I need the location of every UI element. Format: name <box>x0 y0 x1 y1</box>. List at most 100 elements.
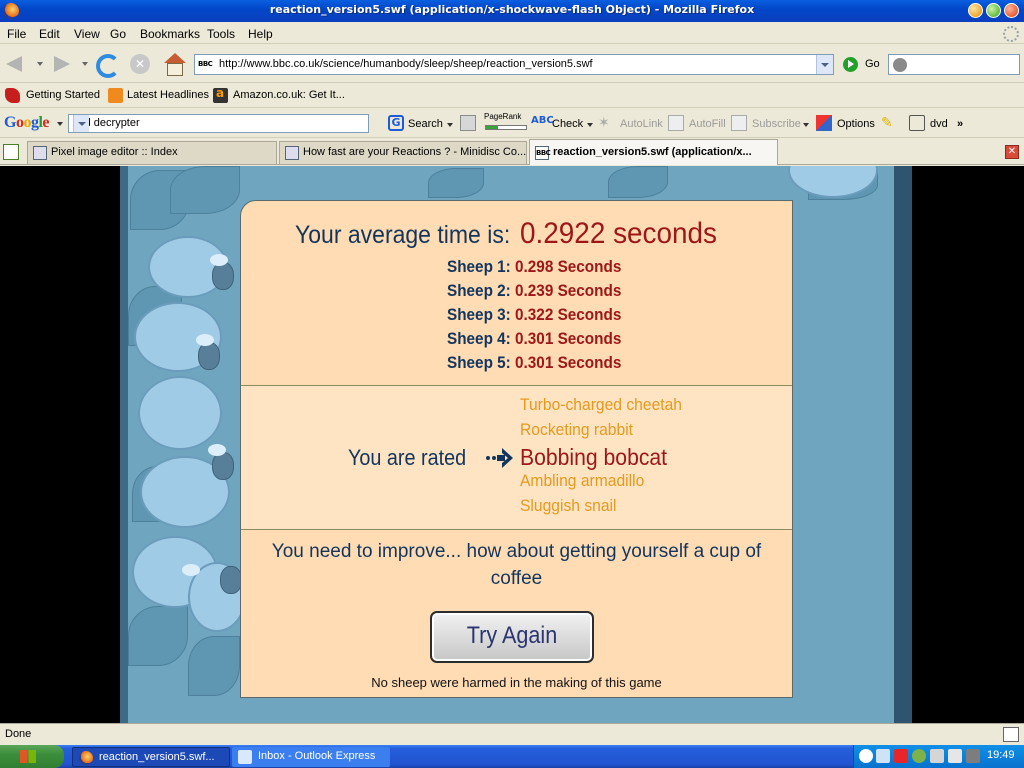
back-arrow-icon[interactable] <box>4 52 28 76</box>
getting-started-icon <box>5 88 20 103</box>
tab-pixel-image-editor[interactable]: Pixel image editor :: Index <box>27 141 277 164</box>
sheep-face-illustration <box>210 254 228 266</box>
start-button[interactable] <box>0 745 64 768</box>
rated-label: You are rated <box>348 445 467 470</box>
close-tab-icon[interactable]: ✕ <box>1005 145 1019 159</box>
search-engine-icon[interactable] <box>893 58 907 72</box>
options-button[interactable]: Options <box>837 118 875 130</box>
google-logo[interactable]: Google <box>4 114 49 132</box>
check-dropdown-icon[interactable] <box>587 123 593 127</box>
minimize-button[interactable] <box>968 3 983 18</box>
activity-throbber-icon <box>1003 26 1019 42</box>
display-icon[interactable] <box>948 749 962 763</box>
rating-section: You are rated Turbo-charged cheetah Rock… <box>241 385 792 530</box>
taskbar-item-outlook[interactable]: Inbox - Outlook Express <box>232 747 390 767</box>
search-button[interactable]: Search <box>408 118 443 130</box>
pagerank-fill <box>486 126 498 129</box>
home-icon[interactable] <box>162 52 186 76</box>
go-button-label[interactable]: Go <box>865 58 880 70</box>
sheep-face-illustration <box>196 334 214 346</box>
sheep-head-illustration <box>212 262 234 290</box>
status-bar: Done <box>0 723 1024 745</box>
improvement-message: You need to improve... how about getting… <box>271 541 762 589</box>
leaf-decoration <box>188 636 240 696</box>
menu-view[interactable]: View <box>74 27 100 41</box>
toolbar-overflow-chevron[interactable]: » <box>957 118 963 130</box>
dvd-search-icon[interactable] <box>909 115 925 131</box>
taskbar-item-label: reaction_version5.swf... <box>99 751 215 763</box>
forward-arrow-icon[interactable] <box>50 52 74 76</box>
title-bar[interactable]: reaction_version5.swf (application/x-sho… <box>0 0 1024 22</box>
try-again-button[interactable]: Try Again <box>430 611 594 663</box>
google-search-icon[interactable]: G <box>388 115 404 131</box>
tab-label: Pixel image editor :: Index <box>51 146 178 158</box>
bookmark-getting-started[interactable]: Getting Started <box>26 89 100 101</box>
antivirus-icon[interactable] <box>966 749 980 763</box>
network-icon[interactable] <box>876 749 890 763</box>
menu-go[interactable]: Go <box>110 27 126 41</box>
news-icon[interactable] <box>460 115 476 131</box>
volume-icon[interactable] <box>930 749 944 763</box>
bookmark-latest-headlines[interactable]: Latest Headlines <box>127 89 209 101</box>
autolink-button: AutoLink <box>620 118 663 130</box>
tab-label: How fast are your Reactions ? - Minidisc… <box>303 146 527 158</box>
messenger-icon[interactable] <box>912 749 926 763</box>
windows-logo-icon <box>20 750 36 763</box>
query-history-dropdown-icon[interactable] <box>73 115 89 132</box>
sheep-face-illustration <box>208 444 226 456</box>
firefox-icon <box>79 751 93 765</box>
stop-icon[interactable] <box>128 52 152 76</box>
options-icon[interactable] <box>816 115 832 131</box>
menu-tools[interactable]: Tools <box>207 27 235 41</box>
back-history-dropdown-icon[interactable] <box>37 62 43 66</box>
advice-section: You need to improve... how about getting… <box>241 530 792 698</box>
highlighter-icon[interactable]: ✎ <box>881 115 897 131</box>
taskbar-item-firefox[interactable]: reaction_version5.swf... <box>72 747 230 767</box>
close-window-button[interactable] <box>1004 3 1019 18</box>
autolink-icon: ✶ <box>598 115 610 131</box>
disclaimer-text: No sheep were harmed in the making of th… <box>371 675 662 690</box>
average-time-label: Your average time is: <box>295 221 511 249</box>
address-bar[interactable]: BBC http://www.bbc.co.uk/science/humanbo… <box>194 54 834 75</box>
check-button[interactable]: Check <box>552 118 583 130</box>
windows-taskbar: reaction_version5.swf... Inbox - Outlook… <box>0 745 1024 768</box>
rss-feed-icon <box>108 88 123 103</box>
reload-icon[interactable] <box>94 52 120 78</box>
dvd-button[interactable]: dvd <box>930 118 948 130</box>
forward-history-dropdown-icon[interactable] <box>82 62 88 66</box>
page-info-icon[interactable] <box>1003 727 1019 742</box>
subscribe-button: Subscribe <box>752 118 801 130</box>
google-menu-dropdown-icon[interactable] <box>57 122 63 126</box>
tab-label: reaction_version5.swf (application/x... <box>553 146 752 158</box>
bookmark-amazon[interactable]: Amazon.co.uk: Get It... <box>233 89 345 101</box>
subscribe-dropdown-icon <box>803 123 809 127</box>
google-search-input[interactable]: dvd decrypter <box>68 114 369 133</box>
tab-reactions-minidisc[interactable]: How fast are your Reactions ? - Minidisc… <box>279 141 527 164</box>
menu-help[interactable]: Help <box>248 27 273 41</box>
maximize-button[interactable] <box>986 3 1001 18</box>
status-text: Done <box>5 728 32 740</box>
url-text[interactable]: http://www.bbc.co.uk/science/humanbody/s… <box>219 58 593 70</box>
leaf-decoration <box>428 168 484 198</box>
page-content: Your average time is: 0.2922 seconds She… <box>0 166 1024 723</box>
help-icon[interactable] <box>859 749 873 763</box>
new-tab-icon[interactable] <box>3 144 19 160</box>
flash-border <box>894 166 912 723</box>
window-title: reaction_version5.swf (application/x-sho… <box>269 3 755 16</box>
search-box[interactable] <box>888 54 1020 75</box>
clock: 19:49 <box>987 749 1015 761</box>
spellcheck-icon[interactable]: ABC <box>531 115 554 131</box>
search-dropdown-icon[interactable] <box>447 123 453 127</box>
leaf-decoration <box>608 166 668 198</box>
tab-reaction-swf[interactable]: BBC reaction_version5.swf (application/x… <box>529 139 778 165</box>
go-arrow-icon[interactable] <box>843 57 858 72</box>
tab-bar: Pixel image editor :: Index How fast are… <box>0 139 1024 165</box>
menu-edit[interactable]: Edit <box>39 27 60 41</box>
url-history-dropdown-icon[interactable] <box>816 55 833 74</box>
sheep-time-value: 0.298 Seconds <box>515 257 622 276</box>
zonealarm-icon[interactable] <box>894 749 908 763</box>
menu-bookmarks[interactable]: Bookmarks <box>140 27 200 41</box>
leaf-decoration <box>128 606 188 666</box>
menu-file[interactable]: File <box>7 27 26 41</box>
rating-option: Ambling armadillo <box>520 471 645 490</box>
